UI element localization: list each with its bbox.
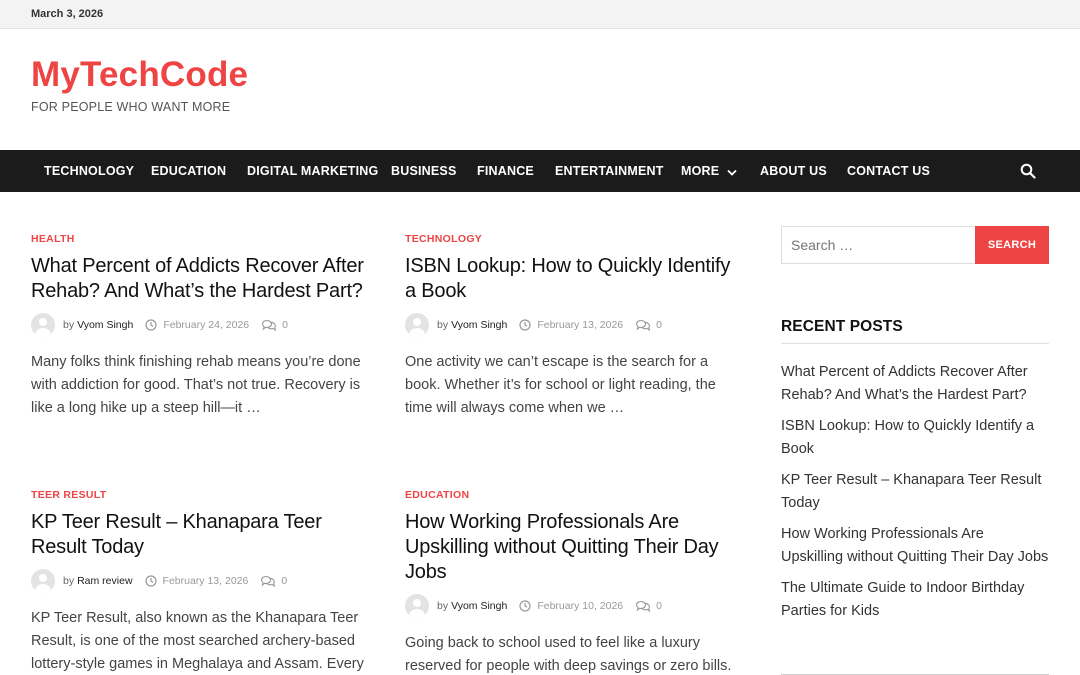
post-meta-by: by (437, 600, 449, 612)
search-icon[interactable] (1020, 163, 1036, 179)
post-meta: by Vyom Singh February 13, 2026 0 (405, 313, 745, 337)
post-comment-count[interactable]: 0 (656, 600, 662, 612)
post-excerpt: Many folks think finishing rehab means y… (31, 354, 361, 416)
nav-item-entertainment[interactable]: ENTERTAINMENT (555, 150, 664, 192)
site-title[interactable]: MyTechCode (31, 54, 248, 96)
post-meta: by Vyom Singh February 24, 2026 0 (31, 313, 371, 337)
search-button[interactable]: SEARCH (975, 226, 1049, 264)
recent-post-link[interactable]: ISBN Lookup: How to Quickly Identify a B… (781, 415, 1049, 461)
clock-icon (144, 575, 157, 587)
nav-item-contact-us[interactable]: CONTACT US (847, 150, 930, 192)
nav-item-about-us[interactable]: ABOUT US (760, 150, 827, 192)
nav-item-education[interactable]: EDUCATION (151, 150, 226, 192)
search-input[interactable] (781, 226, 975, 264)
post-date[interactable]: February 13, 2026 (537, 319, 623, 331)
post-card: TECHNOLOGY ISBN Lookup: How to Quickly I… (405, 233, 745, 420)
clock-icon (519, 319, 531, 331)
clock-icon (145, 319, 157, 331)
post-title[interactable]: KP Teer Result – Khanapara Teer Result T… (31, 510, 371, 560)
top-bar: March 3, 2026 (0, 0, 1080, 29)
recent-post-link[interactable]: KP Teer Result – Khanapara Teer Result T… (781, 469, 1049, 515)
post-title[interactable]: What Percent of Addicts Recover After Re… (31, 254, 371, 304)
recent-post-link[interactable]: The Ultimate Guide to Indoor Birthday Pa… (781, 577, 1049, 623)
post-date[interactable]: February 24, 2026 (163, 319, 249, 331)
sidebar-search-form: SEARCH (781, 226, 1049, 264)
comments-icon[interactable] (260, 575, 276, 588)
recent-posts-list: What Percent of Addicts Recover After Re… (781, 361, 1049, 623)
post-comment-count[interactable]: 0 (656, 319, 662, 331)
post-title[interactable]: ISBN Lookup: How to Quickly Identify a B… (405, 254, 745, 304)
avatar (31, 569, 55, 593)
site-tagline: FOR PEOPLE WHO WANT MORE (31, 100, 231, 114)
post-card: HEALTH What Percent of Addicts Recover A… (31, 233, 371, 420)
post-meta-by: by (63, 575, 75, 587)
post-card: EDUCATION How Working Professionals Are … (405, 489, 745, 675)
recent-posts-widget: RECENT POSTS What Percent of Addicts Rec… (781, 318, 1049, 675)
post-comment-count[interactable]: 0 (281, 575, 287, 587)
post-author[interactable]: Vyom Singh (451, 600, 507, 612)
nav-item-digital-marketing[interactable]: DIGITAL MARKETING (247, 150, 378, 192)
post-author[interactable]: Vyom Singh (451, 319, 507, 331)
main-navigation: TECHNOLOGY EDUCATION DIGITAL MARKETING B… (0, 150, 1080, 192)
recent-post-link[interactable]: How Working Professionals Are Upskilling… (781, 523, 1049, 569)
recent-post-link[interactable]: What Percent of Addicts Recover After Re… (781, 361, 1049, 407)
post-category[interactable]: HEALTH (31, 233, 371, 245)
post-card: TEER RESULT KP Teer Result – Khanapara T… (31, 489, 371, 675)
nav-item-more[interactable]: MORE (681, 150, 737, 192)
avatar (31, 313, 55, 337)
post-meta: by Ram review February 13, 2026 0 (31, 569, 371, 593)
post-category[interactable]: TECHNOLOGY (405, 233, 745, 245)
post-title[interactable]: How Working Professionals Are Upskilling… (405, 510, 745, 585)
nav-item-more-label: MORE (681, 164, 720, 178)
post-date[interactable]: February 13, 2026 (163, 575, 249, 587)
nav-item-finance[interactable]: FINANCE (477, 150, 534, 192)
post-author[interactable]: Vyom Singh (77, 319, 133, 331)
recent-posts-title: RECENT POSTS (781, 318, 1049, 344)
comments-icon[interactable] (635, 319, 651, 332)
post-meta-by: by (63, 319, 75, 331)
post-excerpt: One activity we can’t escape is the sear… (405, 354, 716, 416)
post-meta: by Vyom Singh February 10, 2026 0 (405, 594, 745, 618)
top-bar-date: March 3, 2026 (31, 8, 104, 20)
post-author[interactable]: Ram review (77, 575, 132, 587)
comments-icon[interactable] (635, 600, 651, 613)
site-branding: MyTechCode FOR PEOPLE WHO WANT MORE (31, 54, 248, 114)
post-excerpt: KP Teer Result, also known as the Khanap… (31, 610, 364, 672)
post-date[interactable]: February 10, 2026 (537, 600, 623, 612)
avatar (405, 594, 429, 618)
post-category[interactable]: TEER RESULT (31, 489, 371, 501)
nav-item-technology[interactable]: TECHNOLOGY (44, 150, 134, 192)
post-excerpt: Going back to school used to feel like a… (405, 635, 732, 674)
nav-item-business[interactable]: BUSINESS (391, 150, 457, 192)
chevron-down-icon (727, 151, 737, 193)
post-category[interactable]: EDUCATION (405, 489, 745, 501)
avatar (405, 313, 429, 337)
comments-icon[interactable] (261, 319, 277, 332)
post-meta-by: by (437, 319, 449, 331)
post-comment-count[interactable]: 0 (282, 319, 288, 331)
clock-icon (519, 600, 531, 612)
